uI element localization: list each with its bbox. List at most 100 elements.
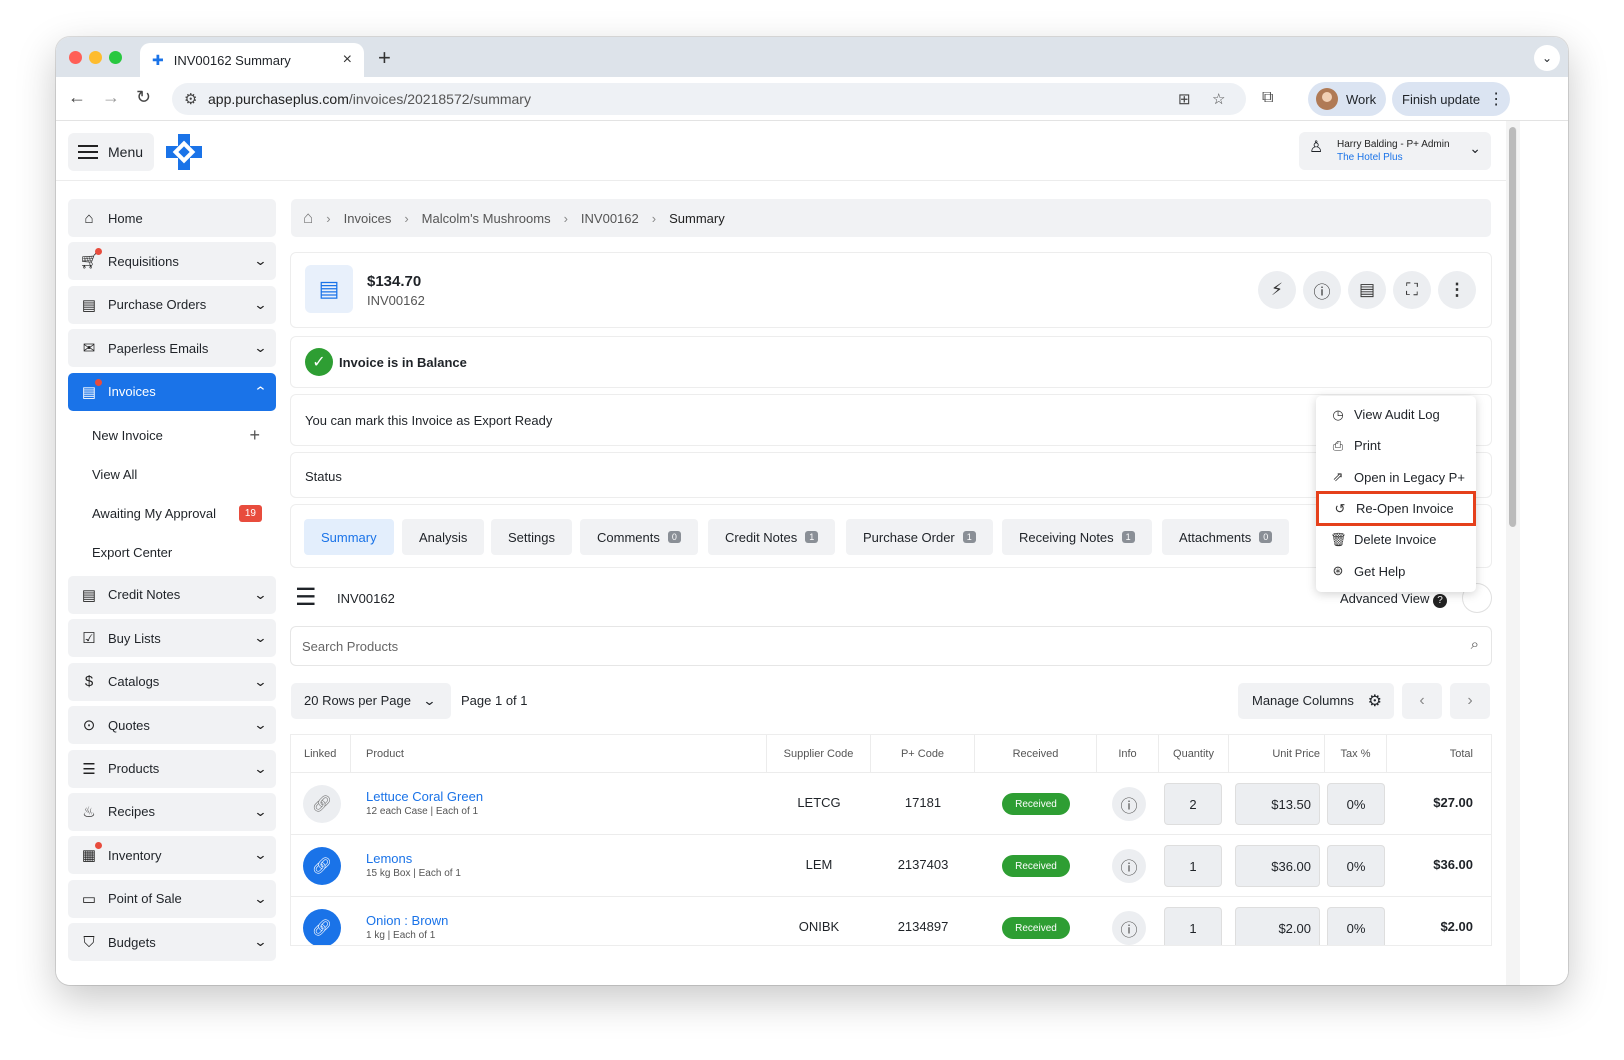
tab-credit-notes[interactable]: Credit Notes 1 — [708, 519, 836, 555]
sidebar-item-requisitions[interactable]: 🛒︎ Requisitions ⌄ — [68, 242, 276, 281]
info-icon[interactable]: ⓘ — [1303, 271, 1341, 309]
close-window-button[interactable] — [69, 51, 82, 64]
quantity-field[interactable]: 1 — [1165, 908, 1221, 945]
home-icon[interactable]: ⌂ — [303, 208, 313, 228]
search-input[interactable]: Search Products ⌕ — [291, 627, 1491, 665]
extensions-icon[interactable]: ⧉ — [1262, 89, 1273, 107]
sidebar-item-budgets[interactable]: ⛉ Budgets ⌄ — [68, 923, 276, 962]
page-scrollbar[interactable] — [1506, 121, 1520, 985]
unit-price-field[interactable]: $36.00 — [1236, 846, 1319, 886]
sidebar-subitem-export-center[interactable]: Export Center — [68, 533, 276, 572]
rows-per-page-select[interactable]: 20 Rows per Page ⌄ — [291, 683, 451, 719]
user-menu[interactable]: ♙ Harry Balding - P+ Admin The Hotel Plu… — [1299, 132, 1491, 170]
translate-icon[interactable]: ⊞ — [1178, 90, 1191, 108]
sidebar-subitem-view-all[interactable]: View All — [68, 455, 276, 494]
document-icon[interactable]: ▤ — [1348, 271, 1386, 309]
unit-price-field[interactable]: $13.50 — [1236, 784, 1319, 824]
sidebar-item-purchase-orders[interactable]: ▤ Purchase Orders ⌄ — [68, 285, 276, 324]
browser-tab[interactable]: ✚ INV00162 Summary × — [140, 43, 364, 77]
more-options-icon[interactable]: ⋮ — [1438, 271, 1476, 309]
info-icon[interactable]: ⓘ — [1112, 911, 1146, 945]
bookmark-star-icon[interactable]: ☆ — [1212, 90, 1225, 108]
breadcrumb-invoices[interactable]: Invoices — [344, 211, 392, 226]
tab-summary[interactable]: Summary — [304, 519, 394, 555]
sidebar-item-buy-lists[interactable]: ☑ Buy Lists ⌄ — [68, 619, 276, 658]
previous-page-button[interactable]: ‹ — [1402, 683, 1442, 719]
address-bar[interactable]: ⚙ app.purchaseplus.com/invoices/20218572… — [172, 83, 1246, 115]
tax-field[interactable]: 0% — [1328, 846, 1384, 886]
sidebar-item-invoices[interactable]: ▤ Invoices ⌃ — [68, 372, 276, 411]
plus-icon[interactable]: + — [249, 425, 260, 446]
column-header: P+ Code — [871, 735, 975, 772]
unit-price-field[interactable]: $2.00 — [1236, 908, 1319, 945]
menu-item-reopen-invoice[interactable]: ↺ Re-Open Invoice — [1316, 490, 1476, 527]
sidebar-subitem-awaiting-approval[interactable]: Awaiting My Approval 19 — [68, 494, 276, 533]
quantity-field[interactable]: 1 — [1165, 846, 1221, 886]
tab-settings[interactable]: Settings — [491, 519, 572, 555]
sidebar-item-label: Paperless Emails — [108, 340, 209, 356]
link-icon[interactable]: 🔗︎ — [303, 909, 341, 945]
sidebar-item-inventory[interactable]: ▦ Inventory ⌄ — [68, 836, 276, 875]
product-name-link[interactable]: Onion : Brown — [366, 913, 448, 928]
site-info-icon[interactable]: ⚙ — [184, 90, 197, 108]
sidebar-subitem-new-invoice[interactable]: New Invoice + — [68, 416, 276, 455]
manage-columns-button[interactable]: Manage Columns ⚙ — [1238, 683, 1394, 719]
next-page-button[interactable]: › — [1450, 683, 1490, 719]
menu-item-print[interactable]: ⎙ Print — [1316, 430, 1476, 461]
trash-icon: 🗑︎ — [1330, 531, 1347, 547]
link-icon[interactable]: 🔗︎ — [303, 785, 341, 823]
finish-update-button[interactable]: Finish update ⋮ — [1392, 82, 1510, 116]
profile-button[interactable]: Work — [1308, 82, 1386, 116]
link-icon[interactable]: 🔗︎ — [303, 847, 341, 885]
info-icon[interactable]: ⓘ — [1112, 787, 1146, 821]
breadcrumb-supplier[interactable]: Malcolm's Mushrooms — [422, 211, 551, 226]
breadcrumb-invoice-number[interactable]: INV00162 — [581, 211, 639, 226]
minimize-window-button[interactable] — [89, 51, 102, 64]
info-icon[interactable]: ⓘ — [1112, 849, 1146, 883]
product-name-link[interactable]: Lemons — [366, 851, 412, 866]
tab-purchase-order[interactable]: Purchase Order 1 — [846, 519, 993, 555]
stack-icon: ☰ — [295, 584, 317, 611]
sidebar-item-home[interactable]: ⌂ Home — [68, 199, 276, 237]
invoice-icon: ▤ — [78, 378, 102, 403]
reload-icon[interactable]: ↻ — [136, 87, 151, 108]
column-header: Product — [351, 735, 767, 772]
tax-field[interactable]: 0% — [1328, 784, 1384, 824]
tab-receiving-notes[interactable]: Receiving Notes 1 — [1002, 519, 1152, 555]
hierarchy-icon[interactable]: ⛶ — [1393, 271, 1431, 309]
tax-field[interactable]: 0% — [1328, 908, 1384, 945]
sidebar-item-point-of-sale[interactable]: ▭ Point of Sale ⌄ — [68, 879, 276, 918]
quantity-field[interactable]: 2 — [1165, 784, 1221, 824]
menu-item-open-legacy[interactable]: ⇗ Open in Legacy P+ — [1316, 462, 1476, 493]
sidebar-item-products[interactable]: ☰ Products ⌄ — [68, 749, 276, 788]
sidebar-item-paperless-emails[interactable]: ✉ Paperless Emails ⌄ — [68, 329, 276, 368]
chevron-down-icon: ⌄ — [253, 253, 268, 269]
tab-analysis[interactable]: Analysis — [402, 519, 485, 555]
help-icon[interactable]: ? — [1433, 594, 1447, 608]
menu-label: Menu — [108, 144, 144, 160]
menu-button[interactable]: Menu — [68, 133, 154, 171]
search-icon[interactable]: ⌕ — [1471, 636, 1479, 653]
tab-attachments[interactable]: Attachments 0 — [1162, 519, 1290, 555]
maximize-window-button[interactable] — [109, 51, 122, 64]
sidebar-item-catalogs[interactable]: $ Catalogs ⌄ — [68, 662, 276, 701]
menu-item-label: View Audit Log — [1354, 407, 1440, 423]
tab-search-icon[interactable]: ⌄ — [1534, 45, 1560, 71]
sidebar-item-quotes[interactable]: ⊙ Quotes ⌄ — [68, 706, 276, 745]
menu-item-view-audit-log[interactable]: ◷ View Audit Log — [1316, 399, 1476, 430]
tab-count-badge: 0 — [667, 531, 681, 543]
forward-icon[interactable]: → — [102, 87, 120, 108]
scrollbar-thumb[interactable] — [1509, 127, 1517, 527]
back-icon[interactable]: ← — [68, 87, 86, 108]
new-tab-icon[interactable]: + — [378, 45, 391, 71]
sidebar-item-recipes[interactable]: ♨ Recipes ⌄ — [68, 792, 276, 831]
purchaseplus-logo[interactable] — [166, 134, 202, 170]
tab-comments[interactable]: Comments 0 — [580, 519, 698, 555]
menu-item-delete-invoice[interactable]: 🗑︎ Delete Invoice — [1316, 524, 1476, 555]
lightning-icon[interactable]: ⚡︎ — [1258, 271, 1296, 309]
sidebar-item-credit-notes[interactable]: ▤ Credit Notes ⌄ — [68, 575, 276, 614]
invoice-amount: $134.70 — [367, 273, 422, 290]
menu-item-get-help[interactable]: ⊛ Get Help — [1316, 555, 1476, 586]
close-tab-icon[interactable]: × — [343, 51, 352, 69]
product-name-link[interactable]: Lettuce Coral Green — [366, 789, 483, 804]
